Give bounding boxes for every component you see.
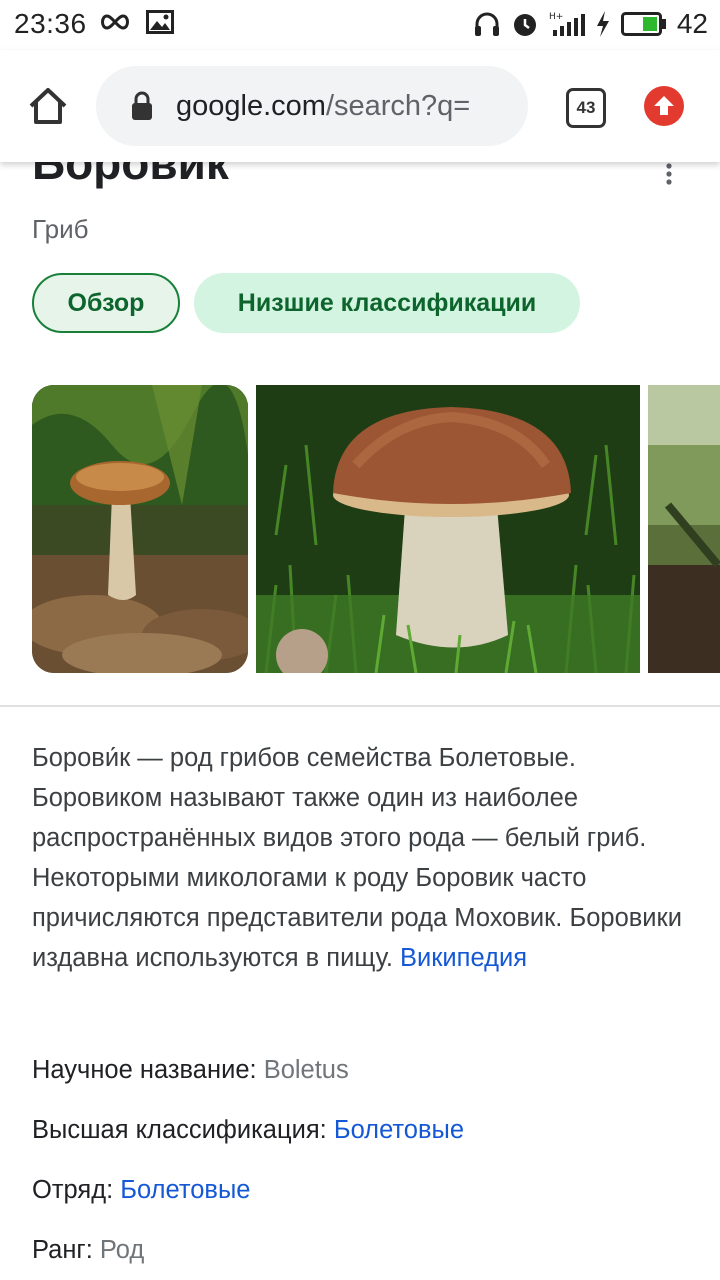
status-time: 23:36 — [14, 8, 87, 39]
fact-order: Отряд: Болетовые — [32, 1176, 250, 1205]
alarm-icon — [513, 14, 536, 36]
url-domain: google.com — [176, 89, 326, 122]
fact-scientific-name: Научное название: Boletus — [32, 1056, 349, 1085]
home-button[interactable] — [22, 80, 74, 132]
lock-icon — [130, 90, 154, 122]
entity-subtitle: Гриб — [32, 214, 89, 244]
battery-level: 42 — [676, 8, 708, 39]
address-bar[interactable]: google.com/search?q= — [96, 66, 528, 146]
status-bar: 23:36 H+ 42 — [0, 0, 720, 50]
fact-label: Отряд: — [32, 1176, 114, 1204]
mushroom-photo-3[interactable] — [648, 385, 720, 673]
image-gallery[interactable] — [32, 385, 720, 673]
infinity-icon — [101, 14, 129, 30]
fact-value: Род — [99, 1236, 145, 1264]
higher-classification-link[interactable]: Болетовые — [334, 1116, 464, 1144]
more-options-icon[interactable] — [662, 162, 676, 186]
browser-toolbar: google.com/search?q= 43 — [0, 50, 720, 162]
signal-icon: H+ — [549, 12, 585, 36]
charging-icon — [596, 11, 609, 37]
battery-icon — [620, 12, 666, 36]
url-path: /search?q= — [325, 89, 471, 122]
fact-value: Boletus — [263, 1056, 349, 1084]
description-text: Борови́к — род грибов семейства Болетовы… — [32, 744, 682, 972]
tab-switcher-button[interactable]: 43 — [566, 88, 606, 128]
svg-text:H+: H+ — [549, 12, 563, 22]
headphones-icon — [474, 12, 499, 36]
fact-label: Научное название: — [32, 1056, 257, 1084]
arrow-up-icon — [654, 96, 674, 115]
url-text: google.com/search?q= — [176, 90, 470, 123]
order-link[interactable]: Болетовые — [120, 1176, 250, 1204]
mushroom-photo-2[interactable] — [256, 385, 640, 673]
entity-description: Борови́к — род грибов семейства Болетовы… — [32, 738, 692, 978]
tab-overview[interactable]: Обзор — [32, 273, 180, 333]
fact-rank: Ранг: Род — [32, 1236, 144, 1265]
wikipedia-link[interactable]: Википедия — [400, 944, 527, 972]
fact-label: Высшая классификация: — [32, 1116, 327, 1144]
section-divider — [0, 705, 720, 707]
fact-higher-classification: Высшая классификация: Болетовые — [32, 1116, 464, 1145]
fact-label: Ранг: — [32, 1236, 93, 1264]
image-icon — [146, 10, 174, 34]
tab-lower-classifications[interactable]: Низшие классификации — [194, 273, 580, 333]
home-icon — [29, 88, 67, 124]
mushroom-photo-1[interactable] — [32, 385, 248, 673]
update-button[interactable] — [644, 86, 684, 126]
